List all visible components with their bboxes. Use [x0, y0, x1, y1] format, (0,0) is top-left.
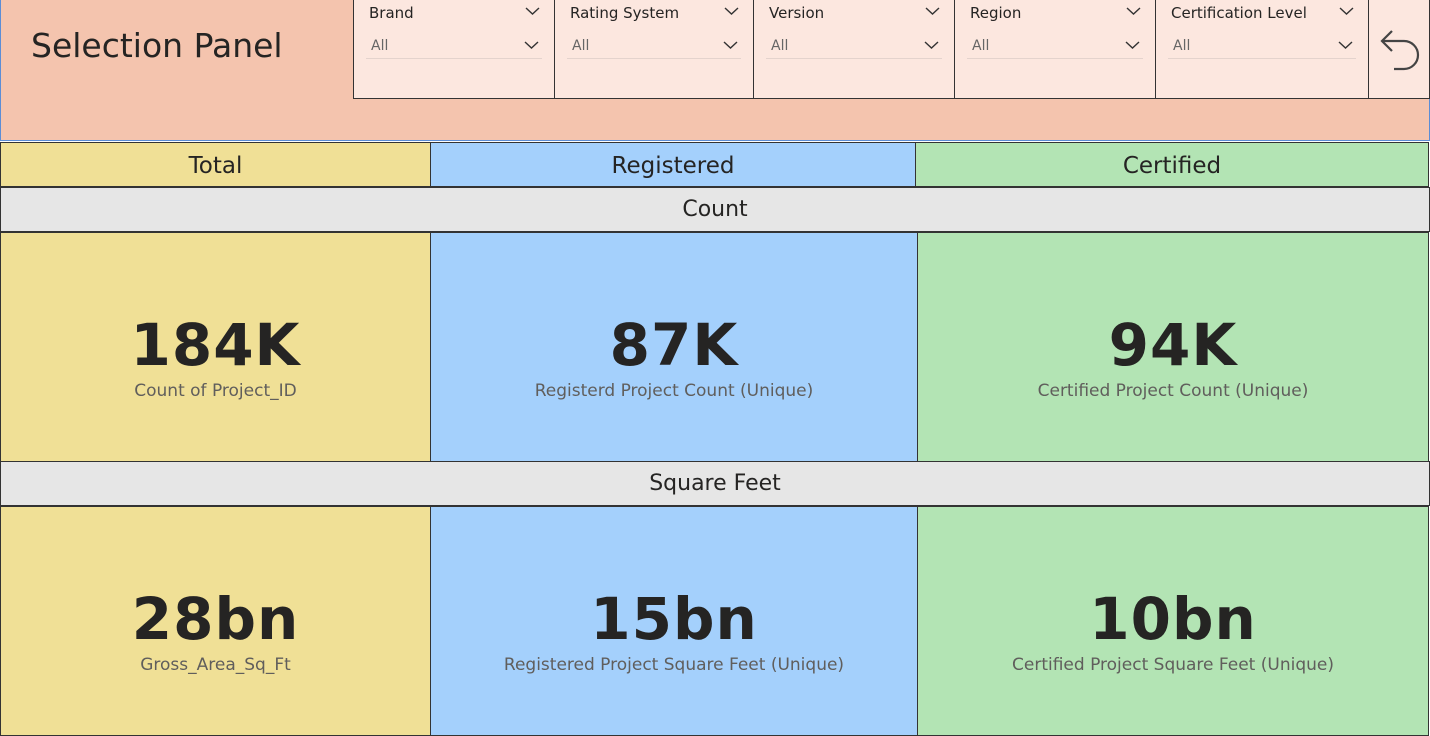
slicer-value: All [371, 38, 389, 54]
column-header-total: Total [0, 142, 431, 187]
card-caption: Count of Project_ID [134, 381, 297, 401]
card-caption: Certified Project Square Feet (Unique) [1012, 655, 1334, 675]
card-caption: Registered Project Square Feet (Unique) [503, 655, 845, 675]
chevron-down-icon [924, 41, 939, 49]
slicer-label: Rating System [570, 4, 680, 22]
slicer-certification-level[interactable]: Certification Level All [1155, 0, 1369, 99]
card-caption: Registerd Project Count (Unique) [534, 381, 814, 401]
card-value: 94K [1108, 311, 1238, 379]
section-header-square-feet: Square Feet [0, 461, 1430, 506]
reset-button[interactable] [1368, 0, 1430, 99]
card-total-square-feet: 28bn Gross_Area_Sq_Ft [0, 506, 431, 736]
slicer-dropdown[interactable]: All [1168, 33, 1356, 59]
slicer-value: All [771, 38, 789, 54]
slicer-value: All [572, 38, 590, 54]
card-certified-count: 94K Certified Project Count (Unique) [917, 232, 1429, 462]
panel-title: Selection Panel [31, 26, 283, 65]
card-caption: Gross_Area_Sq_Ft [140, 655, 291, 675]
card-registered-square-feet: 15bn Registered Project Square Feet (Uni… [430, 506, 918, 736]
slicer-label: Brand [369, 4, 414, 22]
chevron-down-icon[interactable] [724, 6, 739, 16]
card-total-count: 184K Count of Project_ID [0, 232, 431, 462]
chevron-down-icon [723, 41, 738, 49]
slicer-dropdown[interactable]: All [366, 33, 542, 59]
slicer-region[interactable]: Region All [954, 0, 1156, 99]
slicer-brand[interactable]: Brand All [353, 0, 555, 99]
chevron-down-icon[interactable] [1126, 6, 1141, 16]
card-value: 87K [609, 311, 739, 379]
slicer-dropdown[interactable]: All [766, 33, 942, 59]
section-header-count: Count [0, 187, 1430, 232]
chevron-down-icon[interactable] [1339, 6, 1354, 16]
slicer-rating-system[interactable]: Rating System All [554, 0, 754, 99]
card-caption: Certified Project Count (Unique) [1037, 381, 1309, 401]
column-header-certified: Certified [915, 142, 1429, 187]
chevron-down-icon[interactable] [525, 6, 540, 16]
slicer-dropdown[interactable]: All [567, 33, 741, 59]
card-value: 184K [130, 311, 301, 379]
slicer-label: Region [970, 4, 1022, 22]
chevron-down-icon[interactable] [925, 6, 940, 16]
slicer-label: Version [769, 4, 825, 22]
undo-icon [1380, 30, 1420, 71]
slicer-value: All [972, 38, 990, 54]
card-value: 28bn [131, 585, 300, 653]
slicer-label: Certification Level [1171, 4, 1307, 22]
card-registered-count: 87K Registerd Project Count (Unique) [430, 232, 918, 462]
card-value: 15bn [590, 585, 758, 653]
card-certified-square-feet: 10bn Certified Project Square Feet (Uniq… [917, 506, 1429, 736]
card-value: 10bn [1089, 585, 1257, 653]
chevron-down-icon [1125, 41, 1140, 49]
chevron-down-icon [1338, 41, 1353, 49]
column-header-registered: Registered [430, 142, 916, 187]
slicer-dropdown[interactable]: All [967, 33, 1143, 59]
slicer-version[interactable]: Version All [753, 0, 955, 99]
chevron-down-icon [524, 41, 539, 49]
slicer-value: All [1173, 38, 1191, 54]
